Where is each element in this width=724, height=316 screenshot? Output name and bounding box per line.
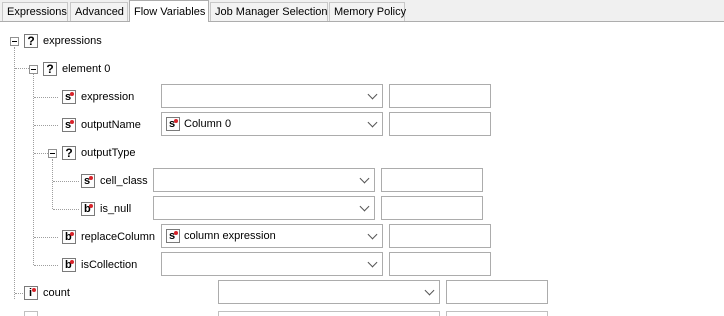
- tree-line: [15, 68, 29, 69]
- tree-label-expression: expression: [81, 91, 135, 103]
- outputname-selected-value: Column 0: [184, 118, 232, 130]
- tree-label-expressions: expressions: [43, 35, 102, 47]
- replacecolumn-variable-field[interactable]: [389, 224, 491, 248]
- chevron-down-icon: [367, 89, 378, 100]
- integer-type-icon: i: [24, 286, 38, 300]
- tab-advanced[interactable]: Advanced: [70, 2, 128, 21]
- count-variable-select[interactable]: [218, 280, 440, 304]
- tree-label-count: count: [43, 287, 70, 299]
- collapse-toggle[interactable]: [10, 37, 19, 46]
- is-null-variable-select[interactable]: [153, 196, 375, 220]
- collapse-toggle[interactable]: [48, 149, 57, 158]
- chevron-down-icon: [367, 229, 378, 240]
- tree-line: [53, 209, 79, 210]
- is-null-variable-field[interactable]: [381, 196, 483, 220]
- tree-line: [34, 265, 58, 266]
- flow-variables-panel: ? expressions ? element 0 s expression s…: [0, 21, 724, 316]
- boolean-type-icon: b: [62, 258, 76, 272]
- tree-label-outputtype: outputType: [81, 147, 136, 159]
- cell-class-variable-select[interactable]: [153, 168, 375, 192]
- replacecolumn-selected-value: column expression: [184, 230, 276, 242]
- tree-line: [15, 293, 23, 294]
- tab-job-manager-selection[interactable]: Job Manager Selection: [210, 2, 328, 21]
- cell-class-variable-field[interactable]: [381, 168, 483, 192]
- string-type-icon: s: [81, 174, 95, 188]
- tree-label-is-null: is_null: [100, 203, 132, 215]
- cut-off-type-icon: [24, 311, 38, 316]
- chevron-down-icon: [367, 257, 378, 268]
- iscollection-variable-field[interactable]: [389, 252, 491, 276]
- string-type-icon: s: [62, 90, 76, 104]
- tree-label-outputname: outputName: [81, 119, 141, 131]
- expression-variable-field[interactable]: [389, 84, 491, 108]
- tree-line: [53, 181, 79, 182]
- chevron-down-icon: [424, 285, 435, 296]
- count-variable-field[interactable]: [446, 280, 548, 304]
- tab-bar: Expressions Advanced Flow Variables Job …: [0, 0, 724, 22]
- question-icon: ?: [24, 34, 38, 48]
- string-type-icon: s: [166, 117, 180, 131]
- boolean-type-icon: b: [81, 202, 95, 216]
- tree-line: [34, 97, 58, 98]
- outputname-variable-select[interactable]: s Column 0: [161, 112, 383, 136]
- outputname-variable-field[interactable]: [389, 112, 491, 136]
- question-icon: ?: [43, 62, 57, 76]
- tree-line: [34, 237, 58, 238]
- replacecolumn-variable-select[interactable]: s column expression: [161, 224, 383, 248]
- tab-memory-policy[interactable]: Memory Policy: [329, 2, 406, 21]
- tree-line: [52, 159, 53, 209]
- tab-expressions[interactable]: Expressions: [2, 2, 68, 21]
- question-icon: ?: [62, 146, 76, 160]
- tree-label-replacecolumn: replaceColumn: [81, 231, 155, 243]
- string-type-icon: s: [166, 229, 180, 243]
- chevron-down-icon: [359, 173, 370, 184]
- tree-label-iscollection: isCollection: [81, 259, 138, 271]
- iscollection-variable-select[interactable]: [161, 252, 383, 276]
- tree-label-element-0: element 0: [62, 63, 111, 75]
- boolean-type-icon: b: [62, 230, 76, 244]
- tree-label-cell-class: cell_class: [100, 175, 148, 187]
- tree-line: [14, 47, 15, 299]
- collapse-toggle[interactable]: [29, 65, 38, 74]
- string-type-icon: s: [62, 118, 76, 132]
- tree-line: [34, 125, 58, 126]
- chevron-down-icon: [367, 117, 378, 128]
- expression-variable-select[interactable]: [161, 84, 383, 108]
- tab-flow-variables[interactable]: Flow Variables: [129, 0, 209, 22]
- cut-off-variable-field[interactable]: [446, 311, 548, 316]
- chevron-down-icon: [359, 201, 370, 212]
- cut-off-variable-select[interactable]: [218, 311, 440, 316]
